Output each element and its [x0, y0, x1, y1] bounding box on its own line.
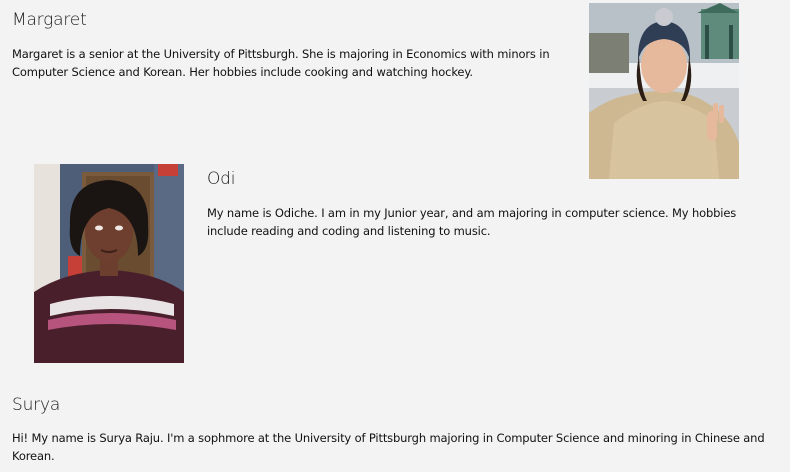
profile-bio-surya: Hi! My name is Surya Raju. I'm a sophmor… [12, 431, 765, 463]
profile-name-margaret: Margaret [12, 10, 87, 30]
profile-photo-margaret [589, 3, 739, 179]
profile-photo-odi [34, 164, 184, 363]
profile-bio-odi: My name is Odiche. I am in my Junior yea… [207, 206, 737, 238]
profile-bio-margaret: Margaret is a senior at the University o… [12, 47, 550, 79]
profile-name-surya: Surya [12, 395, 61, 415]
profile-name-odi: Odi [207, 169, 236, 189]
